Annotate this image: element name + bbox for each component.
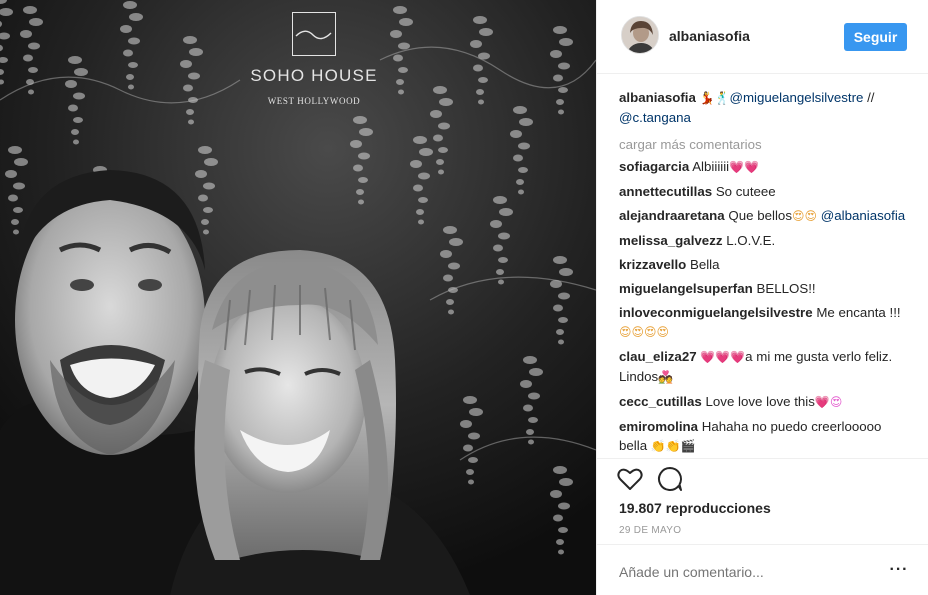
post-side-panel: albaniasofia Seguir albaniasofia 💃🕺@migu… [596,0,928,595]
comment-username[interactable]: inloveconmiguelangelsilvestre [619,305,813,320]
comments-list: albaniasofia 💃🕺@miguelangelsilvestre // … [619,88,909,454]
comment-username[interactable]: melissa_galvezz [619,233,723,248]
comment-text: So cuteee [715,184,776,199]
post-caption: albaniasofia 💃🕺@miguelangelsilvestre // … [619,88,909,127]
comment-username[interactable]: krizzavello [619,257,686,272]
caption-username[interactable]: albaniasofia [619,90,696,105]
comment-emoji: 💗💗 [729,160,760,174]
add-comment-bar: ··· [597,544,928,595]
comment-username[interactable]: miguelangelsuperfan [619,281,753,296]
caption-mention-2[interactable]: @c.tangana [619,110,691,125]
comment-text: Me encanta !!! [816,305,901,320]
comment: sofiagarcia Albiiiiii💗💗 [619,157,909,177]
comment-username[interactable]: alejandraaretana [619,208,725,223]
comment: inloveconmiguelangelsilvestre Me encanta… [619,303,909,342]
post-actions: 19.807 reproducciones 29 DE MAYO [597,458,928,536]
post-date: 29 DE MAYO [619,525,682,536]
comment-emoji: 💗💗💗 [700,350,746,364]
comment-username[interactable]: annettecutillas [619,184,712,199]
comment-text: Love love love this [705,394,815,409]
comment-username[interactable]: sofiagarcia [619,159,689,174]
dancers-emoji: 💃🕺 [699,91,730,105]
post-photo[interactable]: SOHO HOUSE WEST HOLLYWOOD [0,0,596,595]
more-options-icon[interactable]: ··· [889,559,909,581]
view-count[interactable]: 19.807 reproducciones [619,500,771,516]
comment-text: Bella [689,257,720,272]
avatar[interactable] [621,16,659,54]
comment-emoji: 💗😍 [814,395,843,409]
header-username[interactable]: albaniasofia [669,28,750,44]
comment-text: BELLOS!! [756,281,816,296]
comment: clau_eliza27 💗💗💗a mi me gusta verlo feli… [619,347,909,387]
caption-mention-1[interactable]: @miguelangelsilvestre [729,90,863,105]
comment-input[interactable] [619,564,869,580]
comment: emiromolina Hahaha no puedo creerlooooo … [619,417,909,454]
comment-emoji: 😍😍😍😍 [619,325,670,339]
comment-mention[interactable]: @albaniasofia [821,208,905,223]
comment-username[interactable]: cecc_cutillas [619,394,702,409]
venue-logo: SOHO HOUSE WEST HOLLYWOOD [246,12,382,106]
comment-text: Albiiiiii [692,159,730,174]
caption-separator: // [863,90,875,105]
comment-text: Que bellos [728,208,792,223]
comment: alejandraaretana Que bellos😍😍 @albaniaso… [619,206,909,226]
heart-outline-icon[interactable] [617,466,643,492]
comment: melissa_galvezz L.O.V.E. [619,231,909,250]
avatar-image [622,17,658,53]
comment: cecc_cutillas Love love love this💗😍 [619,392,909,412]
venue-name: SOHO HOUSE [250,66,378,85]
load-more-comments-link[interactable]: cargar más comentarios [619,135,909,154]
follow-button[interactable]: Seguir [844,23,907,51]
post-header: albaniasofia Seguir [597,0,928,74]
comment: miguelangelsuperfan BELLOS!! [619,279,909,298]
logo-mark-icon [292,12,336,56]
comment: krizzavello Bella [619,255,909,274]
speech-bubble-icon[interactable] [657,466,683,492]
comment-text: L.O.V.E. [726,233,776,248]
comment: annettecutillas So cuteee [619,182,909,201]
comment-emoji: 😍😍 [791,209,818,223]
venue-location: WEST HOLLYWOOD [267,96,361,106]
comment-emoji: 👏👏🎬 [650,439,696,453]
comment-username[interactable]: emiromolina [619,419,698,434]
comment-emoji-after: 💑 [658,370,674,384]
comment-username[interactable]: clau_eliza27 [619,349,697,364]
